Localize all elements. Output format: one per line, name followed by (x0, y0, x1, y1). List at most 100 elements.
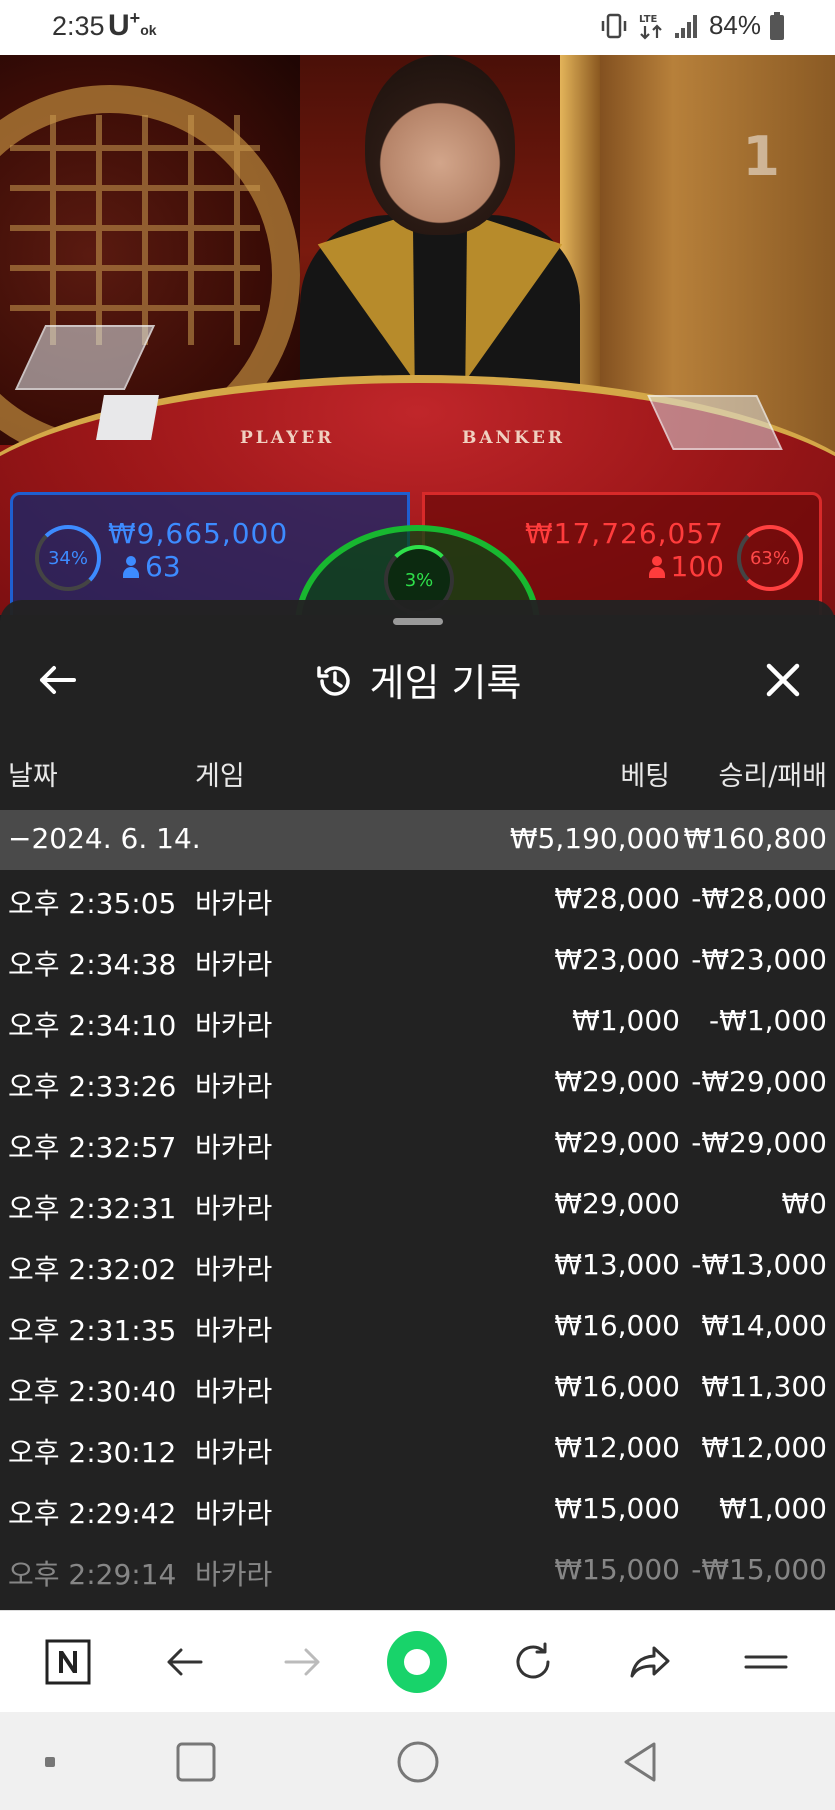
vibrate-icon (601, 13, 627, 38)
row-bet: ₩23,000 (554, 943, 680, 976)
row-bet: ₩12,000 (554, 1431, 680, 1464)
felt-banker-label: BANKER (462, 428, 565, 448)
square-icon (176, 1742, 216, 1782)
person-icon (648, 556, 665, 578)
sheet-drag-handle[interactable] (393, 618, 443, 625)
carrier-logo: U+ok (108, 8, 157, 42)
history-row[interactable]: 오후 2:34:38 바카라 ₩23,000 -₩23,000 (0, 931, 835, 992)
reload-icon (516, 1642, 550, 1679)
row-time: 오후 2:32:02 (8, 1253, 177, 1286)
arrow-right-icon (284, 1648, 320, 1676)
row-time: 오후 2:30:12 (8, 1436, 177, 1469)
history-icon (316, 666, 350, 696)
sheet-header: 게임 기록 (0, 630, 835, 730)
battery-percent: 84% (708, 10, 761, 40)
sheet-title: 게임 기록 (369, 661, 522, 705)
close-button[interactable] (755, 652, 811, 708)
circle-icon (397, 1741, 439, 1783)
row-result: ₩1,000 (719, 1492, 827, 1525)
history-row[interactable]: 오후 2:32:02 바카라 ₩13,000 -₩13,000 (0, 1236, 835, 1297)
row-game: 바카라 (195, 1192, 273, 1225)
row-time: 오후 2:34:38 (8, 948, 177, 981)
date-group-row[interactable]: −2024. 6. 14. ₩5,190,000 ₩160,800 (0, 810, 835, 870)
history-row[interactable]: 오후 2:29:42 바카라 ₩15,000 ₩1,000 (0, 1480, 835, 1541)
banker-percent-ring: 63% (737, 525, 803, 591)
row-bet: ₩1,000 (572, 1004, 680, 1037)
row-result: ₩11,300 (701, 1370, 827, 1403)
history-row[interactable]: 오후 2:35:05 바카라 ₩28,000 -₩28,000 (0, 870, 835, 931)
row-result: ₩0 (781, 1187, 828, 1220)
row-result: ₩12,000 (701, 1431, 827, 1464)
player-bettor-count: 63 (123, 550, 181, 583)
reload-button[interactable] (503, 1632, 563, 1692)
history-table: 날짜 게임 베팅 승리/패배 −2024. 6. 14. ₩5,190,000 … (0, 730, 835, 1602)
history-row[interactable]: 오후 2:33:26 바카라 ₩29,000 -₩29,000 (0, 1053, 835, 1114)
row-bet: ₩15,000 (554, 1553, 680, 1586)
row-time: 오후 2:35:05 (8, 887, 177, 920)
row-bet: ₩29,000 (554, 1126, 680, 1159)
row-bet: ₩16,000 (554, 1370, 680, 1403)
dot-icon (45, 1757, 55, 1767)
group-total-result: ₩160,800 (683, 822, 827, 855)
close-icon (766, 663, 800, 697)
player-percent-ring: 34% (35, 525, 101, 591)
battery-icon (770, 11, 784, 40)
home-button[interactable] (388, 1732, 448, 1792)
history-row[interactable]: 오후 2:29:14 바카라 ₩15,000 -₩15,000 (0, 1541, 835, 1602)
row-bet: ₩28,000 (554, 882, 680, 915)
svg-text:LTE: LTE (639, 14, 658, 25)
row-game: 바카라 (195, 1314, 273, 1347)
nav-back-button[interactable] (610, 1732, 670, 1792)
column-date: 날짜 (8, 761, 58, 792)
row-result: -₩15,000 (691, 1553, 827, 1586)
recent-apps-button[interactable] (166, 1732, 226, 1792)
history-row[interactable]: 오후 2:30:12 바카라 ₩12,000 ₩12,000 (0, 1419, 835, 1480)
share-button[interactable] (620, 1632, 680, 1692)
group-date: −2024. 6. 14. (8, 822, 201, 855)
row-result: -₩29,000 (691, 1065, 827, 1098)
arrow-left-icon (167, 1648, 203, 1676)
history-row[interactable]: 오후 2:31:35 바카라 ₩16,000 ₩14,000 (0, 1297, 835, 1358)
history-row[interactable]: 오후 2:32:31 바카라 ₩29,000 ₩0 (0, 1175, 835, 1236)
row-time: 오후 2:33:26 (8, 1070, 177, 1103)
person-icon (123, 556, 139, 578)
row-game: 바카라 (195, 1436, 273, 1469)
row-game: 바카라 (195, 1375, 273, 1408)
row-game: 바카라 (195, 1131, 273, 1164)
green-dot-button[interactable] (387, 1631, 447, 1693)
table-header: 날짜 게임 베팅 승리/패배 (0, 730, 835, 810)
history-row[interactable]: 오후 2:30:40 바카라 ₩16,000 ₩11,300 (0, 1358, 835, 1419)
lte-icon: LTE (639, 14, 662, 40)
naver-n-icon (45, 1639, 91, 1685)
naver-home-button[interactable] (38, 1632, 98, 1692)
player-total-bet: ₩9,665,000 (108, 517, 289, 550)
row-time: 오후 2:31:35 (8, 1314, 177, 1347)
row-game: 바카라 (195, 1070, 273, 1103)
column-game: 게임 (195, 761, 245, 792)
history-row[interactable]: 오후 2:32:57 바카라 ₩29,000 -₩29,000 (0, 1114, 835, 1175)
history-rows: 오후 2:35:05 바카라 ₩28,000 -₩28,000 오후 2:34:38 바카… (0, 870, 835, 1602)
row-game: 바카라 (195, 1558, 273, 1591)
history-row[interactable]: 오후 2:34:10 바카라 ₩1,000 -₩1,000 (0, 992, 835, 1053)
row-time: 오후 2:29:42 (8, 1497, 177, 1530)
browser-back-button[interactable] (155, 1632, 215, 1692)
row-result: ₩14,000 (701, 1309, 827, 1342)
row-bet: ₩29,000 (554, 1187, 680, 1220)
row-game: 바카라 (195, 1009, 273, 1042)
table-number: 1 (742, 125, 780, 188)
column-result: 승리/패배 (718, 761, 827, 792)
column-bet: 베팅 (620, 761, 670, 792)
row-result: -₩28,000 (691, 882, 827, 915)
android-nav-bar (0, 1712, 835, 1810)
status-time: 2:35 (52, 11, 105, 41)
browser-forward-button[interactable] (272, 1632, 332, 1692)
row-time: 오후 2:29:14 (8, 1558, 177, 1591)
row-game: 바카라 (195, 1253, 273, 1286)
signal-icon (674, 14, 697, 38)
status-bar: 2:35 U+ok LTE 84% (0, 0, 835, 55)
row-bet: ₩16,000 (554, 1309, 680, 1342)
row-game: 바카라 (195, 887, 273, 920)
nav-dot-button[interactable] (20, 1732, 80, 1792)
menu-button[interactable] (736, 1632, 796, 1692)
green-dot-icon (387, 1631, 447, 1693)
